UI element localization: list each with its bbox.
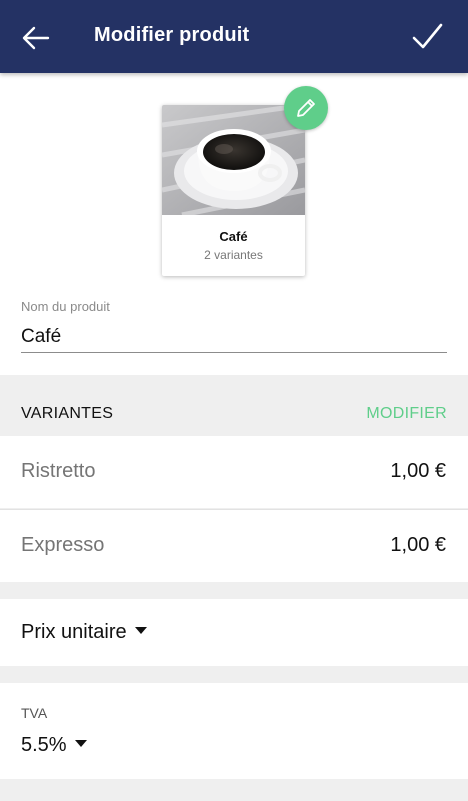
- variant-row[interactable]: Expresso 1,00 €: [0, 510, 468, 582]
- modify-variants-button[interactable]: MODIFIER: [366, 405, 447, 423]
- tva-section: [0, 683, 468, 779]
- variant-price: 1,00 €: [390, 534, 446, 556]
- product-name: Café: [219, 229, 248, 244]
- caret-down-icon: [74, 740, 87, 748]
- variant-name: Expresso: [21, 534, 105, 556]
- tva-dropdown[interactable]: 5.5%: [21, 734, 87, 757]
- variant-price: 1,00 €: [390, 460, 446, 482]
- tva-value: 5.5%: [21, 734, 67, 756]
- variant-row[interactable]: Ristretto 1,00 €: [0, 436, 468, 508]
- check-icon[interactable]: [410, 20, 444, 54]
- arrow-left-icon[interactable]: [20, 22, 52, 54]
- product-card[interactable]: Café 2 variantes: [162, 105, 305, 276]
- product-name-input[interactable]: [21, 322, 447, 353]
- variant-count: 2 variantes: [204, 248, 263, 262]
- pricing-type-value: Prix unitaire: [21, 621, 127, 643]
- product-name-label: Nom du produit: [21, 299, 110, 314]
- variant-name: Ristretto: [21, 460, 96, 482]
- product-image: [162, 105, 305, 218]
- variants-title: VARIANTES: [21, 405, 114, 422]
- pricing-type-dropdown[interactable]: Prix unitaire: [21, 621, 147, 644]
- app-bar: Modifier produit: [0, 0, 468, 73]
- pencil-icon: [297, 99, 315, 117]
- caret-down-icon: [134, 627, 147, 635]
- tva-label: TVA: [21, 705, 48, 721]
- edit-image-button[interactable]: [284, 86, 328, 130]
- page-title: Modifier produit: [94, 24, 250, 46]
- variants-header: VARIANTES MODIFIER: [0, 393, 468, 435]
